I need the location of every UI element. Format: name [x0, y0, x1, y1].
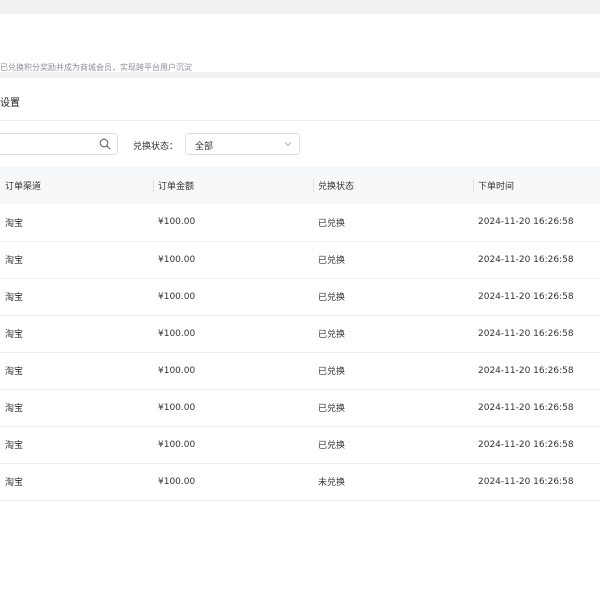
cell-status: 已兑换	[318, 330, 346, 340]
cell-amount: ¥100.00	[158, 365, 196, 376]
page: 已兑换积分奖励并成为商城会员，实现跨平台用户沉淀 设置 兑换状态： 全部 订单渠…	[0, 0, 600, 600]
table-header: 订单渠道 订单金额 兑换状态 下单时间	[0, 167, 600, 204]
cell-status: 未兑换	[318, 478, 346, 488]
cell-channel: 淘宝	[5, 478, 24, 488]
cell-time: 2024-11-20 16:26:58	[478, 439, 574, 450]
cell-channel: 淘宝	[5, 293, 24, 303]
table-row: 淘宝 ¥100.00 已兑换 2024-11-20 16:26:58	[0, 241, 600, 278]
cell-amount: ¥100.00	[158, 439, 196, 450]
search-input[interactable]	[0, 133, 118, 155]
cell-time: 2024-11-20 16:26:58	[478, 254, 574, 265]
cell-channel: 淘宝	[5, 404, 24, 414]
status-select[interactable]: 全部	[185, 133, 300, 155]
column-header-channel: 订单渠道	[5, 182, 42, 192]
cell-status: 已兑换	[318, 218, 346, 229]
column-header-amount: 订单金额	[153, 167, 313, 204]
cell-status: 已兑换	[318, 404, 346, 414]
table-row: 淘宝 ¥100.00 已兑换 2024-11-20 16:26:58	[0, 426, 600, 463]
cell-status: 已兑换	[318, 256, 346, 266]
chevron-down-icon	[284, 142, 292, 147]
cell-channel: 淘宝	[5, 330, 24, 340]
cell-amount: ¥100.00	[158, 476, 196, 487]
page-description: 已兑换积分奖励并成为商城会员，实现跨平台用户沉淀	[0, 63, 192, 72]
cell-channel: 淘宝	[5, 367, 24, 377]
cell-channel: 淘宝	[5, 218, 24, 229]
cell-amount: ¥100.00	[158, 254, 196, 265]
cell-amount: ¥100.00	[158, 217, 196, 228]
status-filter-label: 兑换状态：	[133, 142, 179, 152]
cell-amount: ¥100.00	[158, 291, 196, 302]
cell-time: 2024-11-20 16:26:58	[478, 402, 574, 413]
cell-time: 2024-11-20 16:26:58	[478, 476, 574, 487]
section-title: 设置	[0, 98, 20, 109]
table-row: 淘宝 ¥100.00 已兑换 2024-11-20 16:26:58	[0, 278, 600, 315]
description-card: 已兑换积分奖励并成为商城会员，实现跨平台用户沉淀	[0, 14, 600, 72]
cell-time: 2024-11-20 16:26:58	[478, 328, 574, 339]
cell-time: 2024-11-20 16:26:58	[478, 217, 574, 228]
cell-amount: ¥100.00	[158, 402, 196, 413]
orders-table: 订单渠道 订单金额 兑换状态 下单时间 淘宝 ¥100.00 已兑换 2024-…	[0, 167, 600, 501]
cell-channel: 淘宝	[5, 441, 24, 451]
cell-channel: 淘宝	[5, 256, 24, 266]
status-select-value: 全部	[195, 142, 214, 152]
table-row: 淘宝 ¥100.00 已兑换 2024-11-20 16:26:58	[0, 389, 600, 426]
column-header-status: 兑换状态	[313, 167, 473, 204]
table-row: 淘宝 ¥100.00 已兑换 2024-11-20 16:26:58	[0, 204, 600, 241]
cell-status: 已兑换	[318, 293, 346, 303]
cell-amount: ¥100.00	[158, 328, 196, 339]
cell-status: 已兑换	[318, 367, 346, 377]
cell-status: 已兑换	[318, 441, 346, 451]
table-row: 淘宝 ¥100.00 未兑换 2024-11-20 16:26:58	[0, 463, 600, 500]
table-row: 淘宝 ¥100.00 已兑换 2024-11-20 16:26:58	[0, 352, 600, 389]
column-header-time: 下单时间	[473, 167, 600, 204]
cell-time: 2024-11-20 16:26:58	[478, 365, 574, 376]
search-icon[interactable]	[99, 138, 111, 150]
divider	[0, 120, 600, 121]
main-card: 设置 兑换状态： 全部 订单渠道 订单金额 兑换状态 下单时间 淘宝 ¥100.…	[0, 78, 600, 600]
top-bar	[0, 0, 600, 14]
cell-time: 2024-11-20 16:26:58	[478, 291, 574, 302]
table-row: 淘宝 ¥100.00 已兑换 2024-11-20 16:26:58	[0, 315, 600, 352]
